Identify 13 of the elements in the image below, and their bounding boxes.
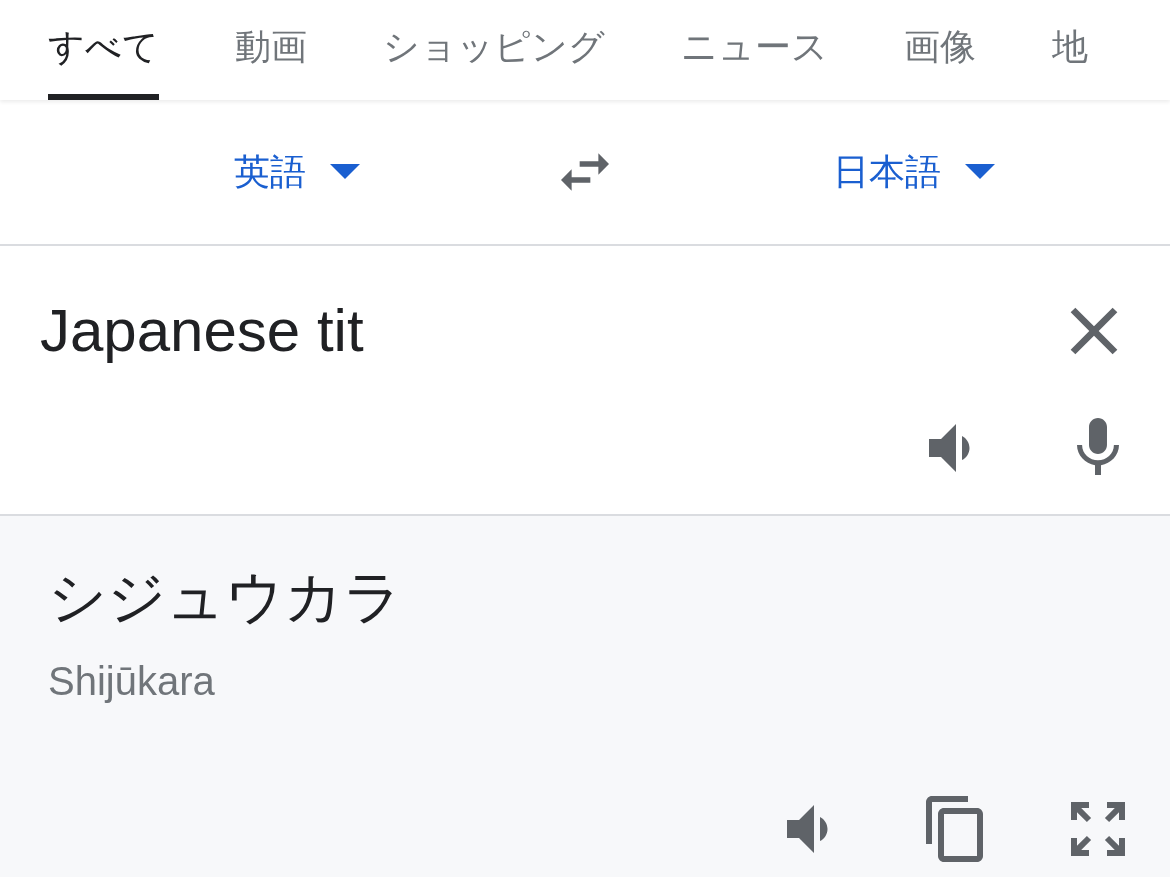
search-tab[interactable]: ショッピング: [383, 0, 605, 100]
source-language-selector[interactable]: 英語: [233, 145, 360, 199]
dropdown-caret-icon: [329, 164, 360, 180]
search-tab[interactable]: すべて: [48, 0, 159, 100]
search-tab[interactable]: 地: [1052, 0, 1088, 100]
romanization-text: Shijūkara: [48, 658, 216, 705]
search-tab[interactable]: 画像: [904, 0, 976, 100]
input-field[interactable]: Japanese tit: [40, 286, 1054, 376]
dropdown-caret-icon: [964, 164, 995, 180]
search-tab[interactable]: 動画: [235, 0, 307, 100]
target-language-selector[interactable]: 日本語: [832, 145, 995, 199]
translation-text: シジュウカラ: [48, 562, 403, 633]
search-tab[interactable]: ニュース: [681, 0, 828, 100]
